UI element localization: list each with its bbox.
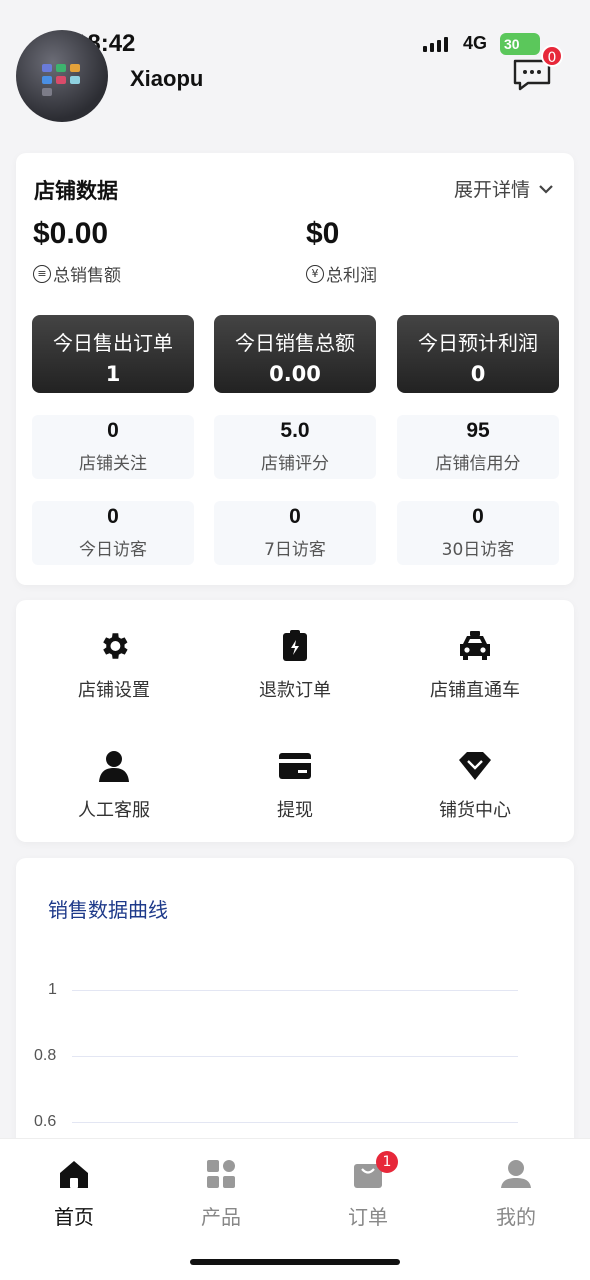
shop-name: Xiaopu — [130, 66, 204, 91]
grid-line — [72, 990, 518, 991]
total-profit-label-row: ¥ 总利润 — [306, 261, 377, 286]
nav-orders[interactable]: 1 订单 — [318, 1151, 418, 1230]
nav-profile[interactable]: 我的 — [466, 1157, 566, 1230]
chevron-down-icon — [539, 184, 553, 194]
stat-7day-visitors: 0 7日访客 — [214, 501, 376, 565]
stat-value: 0 — [289, 505, 301, 528]
grid-line — [72, 1056, 518, 1057]
today-sales-value: 0.00 — [269, 362, 321, 386]
home-indicator[interactable] — [190, 1259, 400, 1265]
total-sales-label: 总销售额 — [53, 266, 121, 286]
tool-label: 提现 — [277, 800, 313, 821]
nav-label: 我的 — [496, 1205, 536, 1229]
tool-label: 店铺设置 — [78, 680, 150, 701]
nav-label: 产品 — [201, 1205, 241, 1229]
stat-value: 95 — [466, 419, 490, 442]
nav-label: 首页 — [54, 1205, 94, 1229]
store-data-title: 店铺数据 — [34, 179, 118, 203]
sales-chart-title: 销售数据曲线 — [48, 898, 168, 922]
tool-label: 退款订单 — [259, 680, 331, 701]
tool-refund-orders[interactable]: 退款订单 — [205, 628, 385, 702]
home-icon — [60, 1161, 88, 1188]
stat-label: 店铺评分 — [261, 454, 329, 474]
taxi-icon — [460, 631, 490, 660]
tool-withdraw[interactable]: 提现 — [205, 748, 385, 822]
tool-customer-service[interactable]: 人工客服 — [24, 748, 204, 822]
stat-value: 0 — [472, 505, 484, 528]
grid-line — [72, 1122, 518, 1123]
stat-credit-score: 95 店铺信用分 — [397, 415, 559, 479]
y-tick-label: 1 — [48, 981, 57, 998]
message-badge: 0 — [541, 45, 563, 67]
tool-label: 店铺直通车 — [430, 680, 520, 701]
stat-value: 0 — [107, 505, 119, 528]
grid-icon — [207, 1160, 235, 1188]
diamond-icon — [459, 752, 491, 780]
battery-indicator: 30 — [500, 33, 540, 55]
nav-products[interactable]: 产品 — [171, 1157, 271, 1230]
total-sales-value: $0.00 — [33, 217, 109, 250]
stat-value: 5.0 — [280, 419, 310, 442]
stat-value: 0 — [107, 419, 119, 442]
y-tick-label: 0.8 — [34, 1047, 57, 1064]
signal-icon — [423, 36, 448, 52]
sales-icon: ≡ — [33, 264, 51, 283]
total-profit-value: $0 — [306, 217, 340, 250]
store-data-card: 店铺数据 展开详情 $0.00 ≡ 总销售额 $0 ¥ 总利润 今日售出订单 1… — [16, 153, 574, 585]
user-icon — [501, 1160, 531, 1188]
tool-label: 人工客服 — [78, 800, 150, 821]
clipboard-icon — [283, 630, 307, 661]
nav-label: 订单 — [348, 1205, 388, 1229]
stat-label: 店铺信用分 — [435, 454, 521, 474]
orders-badge: 1 — [376, 1151, 398, 1173]
nav-home[interactable]: 首页 — [24, 1157, 124, 1230]
sales-chart-card: 销售数据曲线 1 0.8 0.6 — [16, 858, 574, 1158]
stat-label: 30日访客 — [441, 540, 515, 560]
tool-distribution-center[interactable]: 铺货中心 — [385, 748, 565, 822]
gear-icon — [103, 633, 128, 659]
stat-30day-visitors: 0 30日访客 — [397, 501, 559, 565]
today-profit-label: 今日预计利润 — [418, 331, 538, 355]
network-type: 4G — [463, 33, 488, 53]
stat-today-visitors: 0 今日访客 — [32, 501, 194, 565]
stat-label: 店铺关注 — [79, 454, 147, 474]
today-profit-value: 0 — [470, 362, 486, 386]
tool-label: 铺货中心 — [439, 800, 511, 821]
today-orders-card[interactable]: 今日售出订单 1 — [32, 315, 194, 393]
today-orders-value: 1 — [105, 362, 121, 386]
person-icon — [99, 751, 129, 782]
card-icon — [279, 753, 311, 779]
expand-details-label: 展开详情 — [453, 179, 530, 201]
total-profit-label: 总利润 — [326, 266, 377, 286]
y-tick-label: 0.6 — [34, 1113, 57, 1130]
tools-card: 店铺设置 退款订单 店铺直通车 人工客服 提现 铺货中心 — [16, 600, 574, 842]
stat-followers: 0 店铺关注 — [32, 415, 194, 479]
shop-avatar[interactable] — [16, 30, 108, 122]
yen-icon: ¥ — [306, 264, 324, 283]
stat-label: 7日访客 — [264, 540, 326, 560]
tool-store-settings[interactable]: 店铺设置 — [24, 628, 204, 702]
tool-store-express[interactable]: 店铺直通车 — [385, 628, 565, 702]
stat-rating: 5.0 店铺评分 — [214, 415, 376, 479]
expand-details-button[interactable]: 展开详情 — [454, 175, 554, 202]
today-profit-card[interactable]: 今日预计利润 0 — [397, 315, 559, 393]
stat-label: 今日访客 — [79, 540, 147, 560]
total-sales-label-row: ≡ 总销售额 — [33, 261, 121, 286]
today-orders-label: 今日售出订单 — [53, 331, 173, 355]
today-sales-card[interactable]: 今日销售总额 0.00 — [214, 315, 376, 393]
today-sales-label: 今日销售总额 — [235, 331, 355, 355]
